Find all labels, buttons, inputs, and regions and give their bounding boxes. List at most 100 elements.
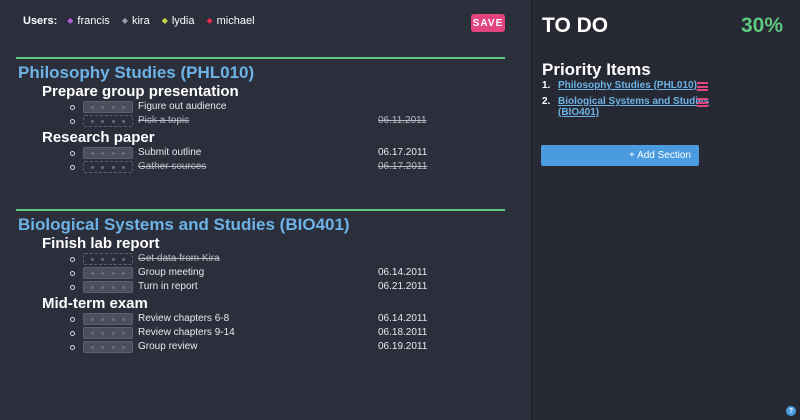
- task-date[interactable]: 06.18.2011: [378, 327, 427, 339]
- status-dot-icon: [101, 271, 105, 275]
- group-title[interactable]: Finish lab report: [42, 235, 505, 253]
- priority-item: 1. Philosophy Studies (PHL010): [542, 80, 712, 91]
- task-date[interactable]: 06.14.2011: [378, 267, 427, 279]
- user-name: lydia: [171, 15, 195, 27]
- task-row: Review chapters 9-14 06.18.2011: [70, 327, 505, 341]
- status-dot-icon: [90, 151, 94, 155]
- user-list: ◆ francis ◆ kira ◆ lydia ◆ michael: [67, 15, 266, 27]
- task-label[interactable]: Submit outline: [138, 147, 201, 159]
- task-date[interactable]: 06.17.2011: [378, 161, 427, 173]
- user-color-icon: ◆: [206, 16, 213, 25]
- task-status-toggle[interactable]: [83, 341, 133, 353]
- task-label[interactable]: Pick a topic: [138, 115, 189, 127]
- help-icon[interactable]: ?: [786, 406, 796, 416]
- status-dot-icon: [90, 105, 94, 109]
- user-item[interactable]: ◆ francis: [67, 15, 110, 27]
- task-row: Get data from Kira: [70, 253, 505, 267]
- priority-link[interactable]: Biological Systems and Studies (BIO401): [558, 96, 709, 118]
- status-dot-icon: [111, 317, 115, 321]
- status-dot-icon: [122, 119, 126, 123]
- status-dot-icon: [122, 165, 126, 169]
- user-item[interactable]: ◆ michael: [206, 15, 254, 27]
- task-label[interactable]: Get data from Kira: [138, 253, 220, 265]
- bullet-icon: [70, 317, 75, 322]
- status-dot-icon: [111, 257, 115, 261]
- task-label[interactable]: Review chapters 9-14: [138, 327, 235, 339]
- priority-list: 1. Philosophy Studies (PHL010) 2. Biologica…: [542, 80, 712, 123]
- status-dot-icon: [122, 331, 126, 335]
- task-row: Group meeting 06.14.2011: [70, 267, 505, 281]
- task-row: Group review 06.19.2011: [70, 341, 505, 355]
- status-dot-icon: [111, 119, 115, 123]
- status-dot-icon: [122, 317, 126, 321]
- task-label[interactable]: Gather sources: [138, 161, 206, 173]
- task-status-toggle[interactable]: [83, 101, 133, 113]
- task-status-toggle[interactable]: [83, 147, 133, 159]
- task-status-toggle[interactable]: [83, 327, 133, 339]
- status-dot-icon: [101, 285, 105, 289]
- bullet-icon: [70, 285, 75, 290]
- bullet-icon: [70, 105, 75, 110]
- status-dot-icon: [101, 165, 105, 169]
- bullet-icon: [70, 119, 75, 124]
- todo-panel: TO DO 30% Priority Items 1. Philosophy St…: [531, 0, 800, 420]
- task-status-toggle[interactable]: [83, 253, 133, 265]
- handle-line: [697, 101, 708, 104]
- task-date[interactable]: 06.21.2011: [378, 281, 427, 293]
- section-title[interactable]: Philosophy Studies (PHL010): [18, 63, 505, 83]
- task-label[interactable]: Group meeting: [138, 267, 204, 279]
- status-dot-icon: [111, 345, 115, 349]
- status-dot-icon: [101, 345, 105, 349]
- task-label[interactable]: Review chapters 6-8: [138, 313, 229, 325]
- task-label[interactable]: Figure out audience: [138, 101, 226, 113]
- task-date[interactable]: 06.14.2011: [378, 313, 427, 325]
- task-status-toggle[interactable]: [83, 267, 133, 279]
- add-section-button[interactable]: + Add Section: [541, 145, 699, 166]
- handle-line: [697, 105, 708, 107]
- save-button[interactable]: SAVE: [471, 14, 505, 32]
- status-dot-icon: [101, 317, 105, 321]
- status-dot-icon: [90, 119, 94, 123]
- user-color-icon: ◆: [67, 16, 74, 25]
- drag-handle-icon[interactable]: [697, 82, 708, 91]
- handle-line: [697, 98, 708, 100]
- section-title[interactable]: Biological Systems and Studies (BIO401): [18, 215, 505, 235]
- task-status-toggle[interactable]: [83, 115, 133, 127]
- priority-link[interactable]: Philosophy Studies (PHL010): [558, 80, 697, 91]
- task-date[interactable]: 06.17.2011: [378, 147, 427, 159]
- task-label[interactable]: Group review: [138, 341, 197, 353]
- task-board: Users: ◆ francis ◆ kira ◆ lydia ◆ michael SAVE …: [0, 0, 531, 420]
- bullet-icon: [70, 345, 75, 350]
- status-dot-icon: [122, 285, 126, 289]
- status-dot-icon: [90, 165, 94, 169]
- user-name: michael: [216, 15, 255, 27]
- status-dot-icon: [111, 285, 115, 289]
- users-bar: Users: ◆ francis ◆ kira ◆ lydia ◆ michael: [23, 14, 267, 28]
- drag-handle-icon[interactable]: [697, 98, 708, 107]
- section-divider: [16, 209, 505, 211]
- handle-line: [697, 89, 708, 91]
- user-item[interactable]: ◆ lydia: [162, 15, 195, 27]
- status-dot-icon: [90, 345, 94, 349]
- status-dot-icon: [90, 331, 94, 335]
- task-label[interactable]: Turn in report: [138, 281, 198, 293]
- task-status-toggle[interactable]: [83, 161, 133, 173]
- user-item[interactable]: ◆ kira: [122, 15, 150, 27]
- handle-line: [697, 85, 708, 88]
- group-title[interactable]: Research paper: [42, 129, 505, 147]
- progress-percent: 30%: [740, 14, 783, 37]
- task-status-toggle[interactable]: [83, 281, 133, 293]
- task-row: Review chapters 6-8 06.14.2011: [70, 313, 505, 327]
- status-dot-icon: [90, 257, 94, 261]
- task-date[interactable]: 06.11.2011: [378, 115, 427, 127]
- status-dot-icon: [111, 271, 115, 275]
- task-row: Submit outline 06.17.2011: [70, 147, 505, 161]
- task-date[interactable]: 06.19.2011: [378, 341, 427, 353]
- bullet-icon: [70, 165, 75, 170]
- group-title[interactable]: Prepare group presentation: [42, 83, 505, 101]
- task-status-toggle[interactable]: [83, 313, 133, 325]
- priority-title: Priority Items: [542, 60, 651, 79]
- bullet-icon: [70, 151, 75, 156]
- group-title[interactable]: Mid-term exam: [42, 295, 505, 313]
- section-divider: [16, 57, 505, 59]
